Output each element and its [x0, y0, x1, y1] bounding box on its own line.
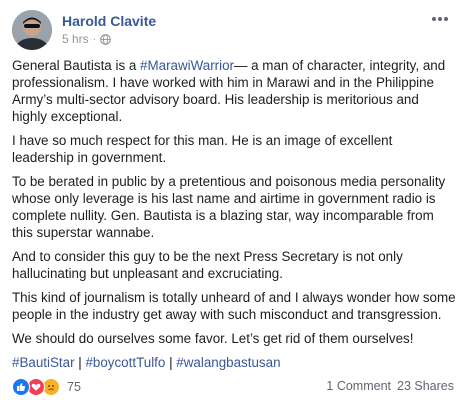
hashtag-separator: |: [165, 355, 177, 370]
post-paragraph: I have so much respect for this man. He …: [12, 133, 393, 165]
engagement-stats: 1 Comment 23 Shares: [326, 379, 454, 393]
hashtag-link[interactable]: #walangbastusan: [176, 355, 280, 370]
post-meta: 5 hrs ·: [62, 32, 111, 46]
hashtag-line: #BautiStar | #boycottTulfo | #walangbast…: [12, 354, 456, 371]
reaction-count: 75: [67, 380, 81, 394]
post-paragraph: General Bautista is a #MarawiWarrior— a …: [12, 57, 456, 125]
facebook-post: Harold Clavite 5 hrs · General Bautista …: [0, 0, 466, 400]
post-paragraph: This kind of journalism is totally unhea…: [12, 290, 456, 322]
post-body: General Bautista is a #MarawiWarrior— a …: [12, 57, 456, 378]
post-time[interactable]: 5 hrs: [62, 32, 89, 46]
hashtag-link[interactable]: #BautiStar: [12, 355, 75, 370]
post-header: Harold Clavite 5 hrs ·: [12, 10, 454, 50]
paragraph-text: General Bautista is a: [12, 58, 141, 73]
avatar[interactable]: [12, 10, 52, 50]
post-paragraph: To be berated in public by a pretentious…: [12, 174, 446, 240]
comments-count-link[interactable]: 1 Comment: [326, 379, 391, 393]
globe-icon: [100, 33, 111, 45]
author-name[interactable]: Harold Clavite: [62, 13, 156, 29]
reactions-summary[interactable]: 75: [12, 378, 81, 396]
like-icon: [12, 378, 30, 396]
shares-count-link[interactable]: 23 Shares: [397, 379, 454, 393]
more-options-icon[interactable]: [430, 12, 450, 24]
meta-separator: ·: [92, 33, 97, 45]
hashtag-link[interactable]: #MarawiWarrior: [140, 58, 234, 73]
hashtag-separator: |: [74, 355, 86, 370]
post-paragraph: We should do ourselves some favor. Let’s…: [12, 331, 414, 346]
hashtag-link[interactable]: #boycottTulfo: [85, 355, 165, 370]
post-paragraph: And to consider this guy to be the next …: [12, 249, 403, 281]
